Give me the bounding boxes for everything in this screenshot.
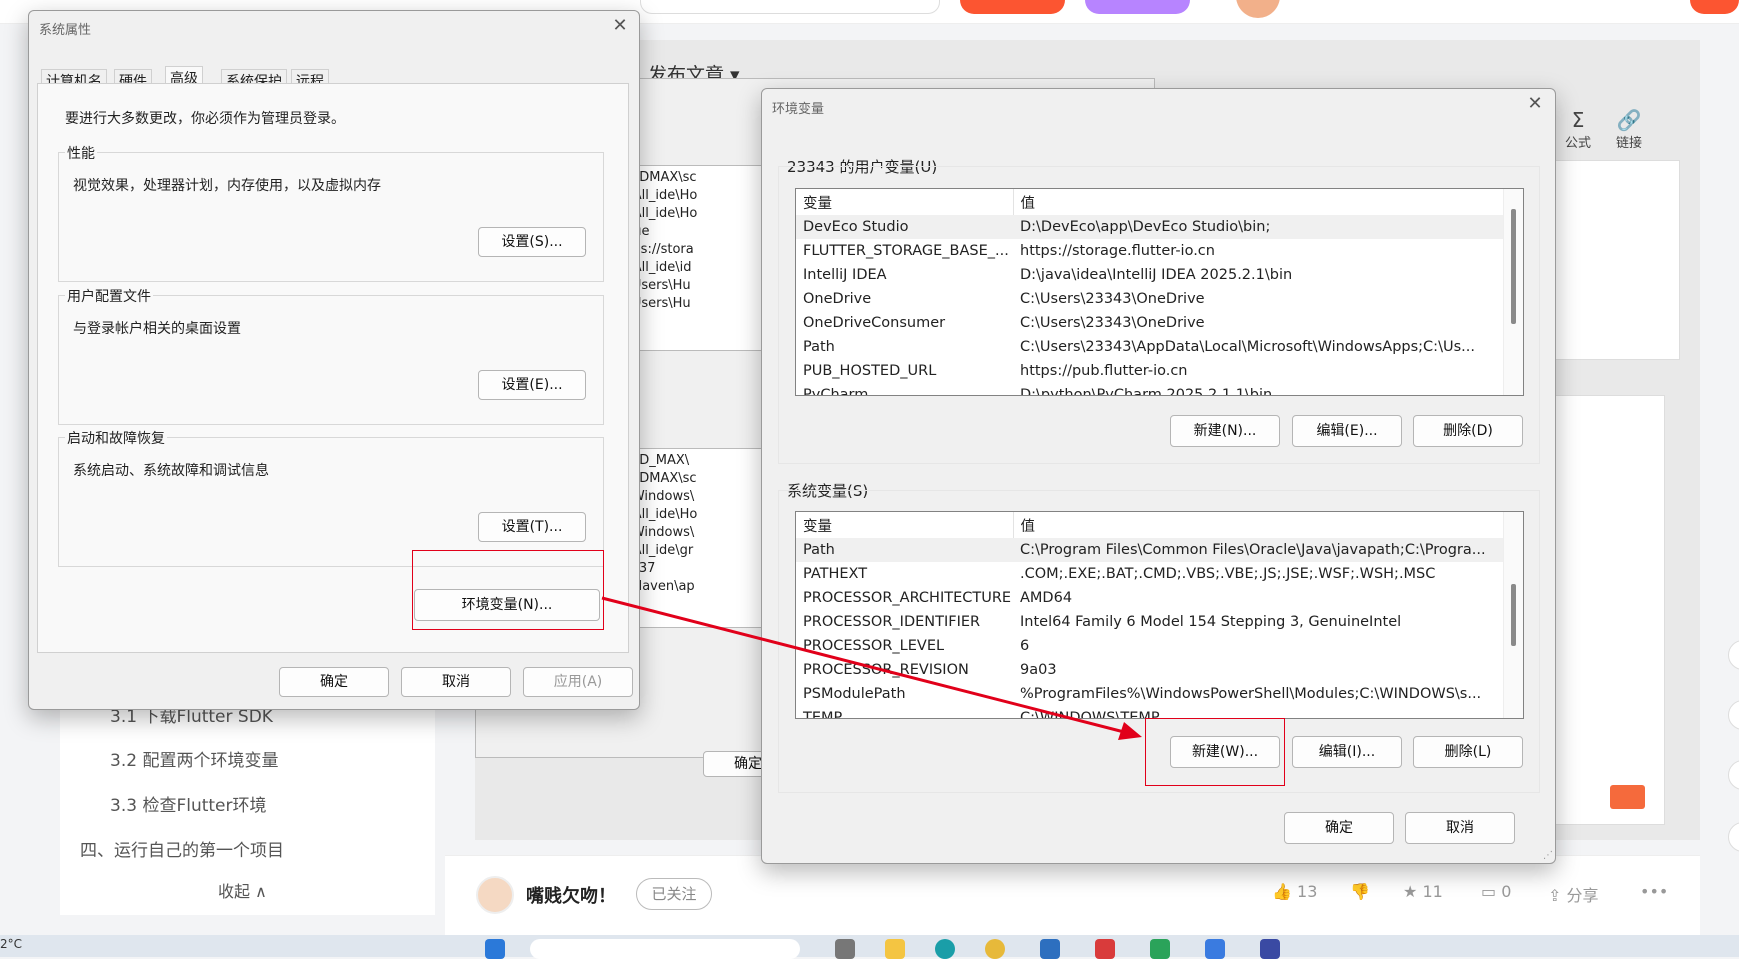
arrow-line xyxy=(601,596,1129,735)
arrow-head xyxy=(1118,722,1142,740)
annotation-arrow xyxy=(601,596,1142,740)
